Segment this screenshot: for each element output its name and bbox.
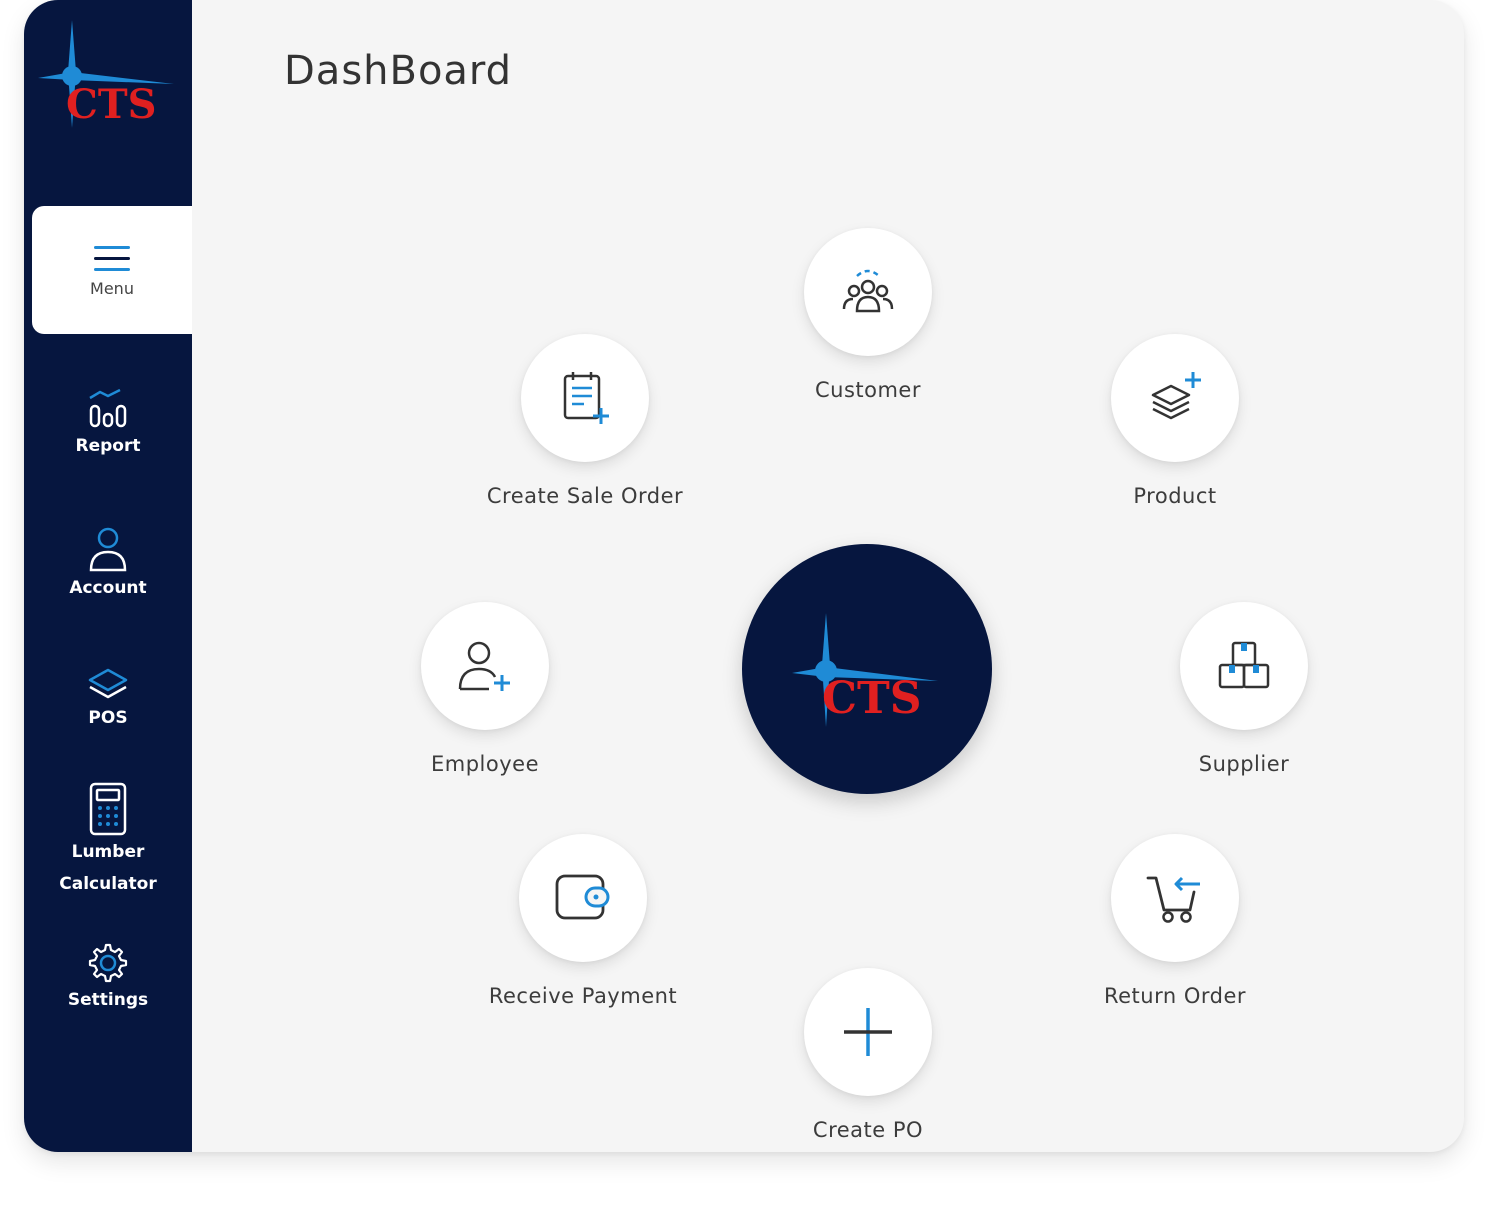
gear-icon <box>88 943 128 983</box>
employee-button[interactable]: Employee <box>365 602 605 776</box>
sidebar-item-lumber-calculator[interactable]: Lumber Calculator <box>24 782 192 900</box>
add-user-icon <box>458 641 510 691</box>
create-po-button[interactable]: Create PO <box>748 968 988 1142</box>
supplier-label: Supplier <box>1198 752 1290 776</box>
sidebar-item-report-label: Report <box>75 436 141 456</box>
layers-plus-icon <box>1151 372 1201 420</box>
menu-button[interactable]: Menu <box>32 206 192 334</box>
plus-icon <box>844 1008 892 1056</box>
hamburger-icon <box>94 245 130 271</box>
cts-logo[interactable]: CTS <box>34 10 174 130</box>
employee-label: Employee <box>430 752 539 776</box>
receive-payment-button[interactable]: Receive Payment <box>463 834 703 1008</box>
sidebar-item-pos-label: POS <box>88 708 128 728</box>
boxes-icon <box>1218 641 1270 689</box>
center-logo-text: CTS <box>822 673 922 724</box>
user-icon <box>89 527 127 572</box>
layers-icon <box>88 668 128 699</box>
create-sale-order-label: Create Sale Order <box>486 484 684 508</box>
product-label: Product <box>1133 484 1217 508</box>
cart-return-icon <box>1146 876 1200 923</box>
customer-button[interactable]: Customer <box>748 228 988 402</box>
sidebar-item-account-label: Account <box>69 578 147 598</box>
cts-logo-text: CTS <box>66 81 157 128</box>
menu-label: Menu <box>90 278 134 298</box>
product-button[interactable]: Product <box>1055 334 1295 508</box>
app-window: CTS Menu Report Account POS Lumber Calcu… <box>24 0 1464 1152</box>
chart-icon <box>89 388 127 428</box>
customer-label: Customer <box>814 378 921 402</box>
cts-center-logo: CTS <box>792 613 938 727</box>
sidebar-item-account[interactable]: Account <box>24 526 192 604</box>
sidebar-item-lumber-label: Lumber <box>71 842 145 862</box>
sidebar-item-settings-label: Settings <box>67 990 149 1010</box>
sidebar-item-calculator-label: Calculator <box>59 874 157 894</box>
sidebar: CTS Menu Report Account POS Lumber Calcu… <box>24 0 192 1152</box>
customers-icon <box>842 269 894 313</box>
return-order-label: Return Order <box>1103 984 1247 1008</box>
page-title: DashBoard <box>284 48 513 94</box>
return-order-button[interactable]: Return Order <box>1055 834 1295 1008</box>
sidebar-item-settings[interactable]: Settings <box>24 942 192 1016</box>
receive-payment-label: Receive Payment <box>488 984 678 1008</box>
create-sale-order-button[interactable]: Create Sale Order <box>465 334 705 508</box>
sidebar-item-report[interactable]: Report <box>24 388 192 462</box>
sidebar-item-pos[interactable]: POS <box>24 666 192 734</box>
calculator-icon <box>89 782 127 836</box>
wallet-icon <box>555 874 610 920</box>
supplier-button[interactable]: Supplier <box>1124 602 1364 776</box>
create-po-label: Create PO <box>812 1118 924 1142</box>
center-logo: CTS <box>742 544 992 794</box>
clipboard-plus-icon <box>563 372 609 424</box>
